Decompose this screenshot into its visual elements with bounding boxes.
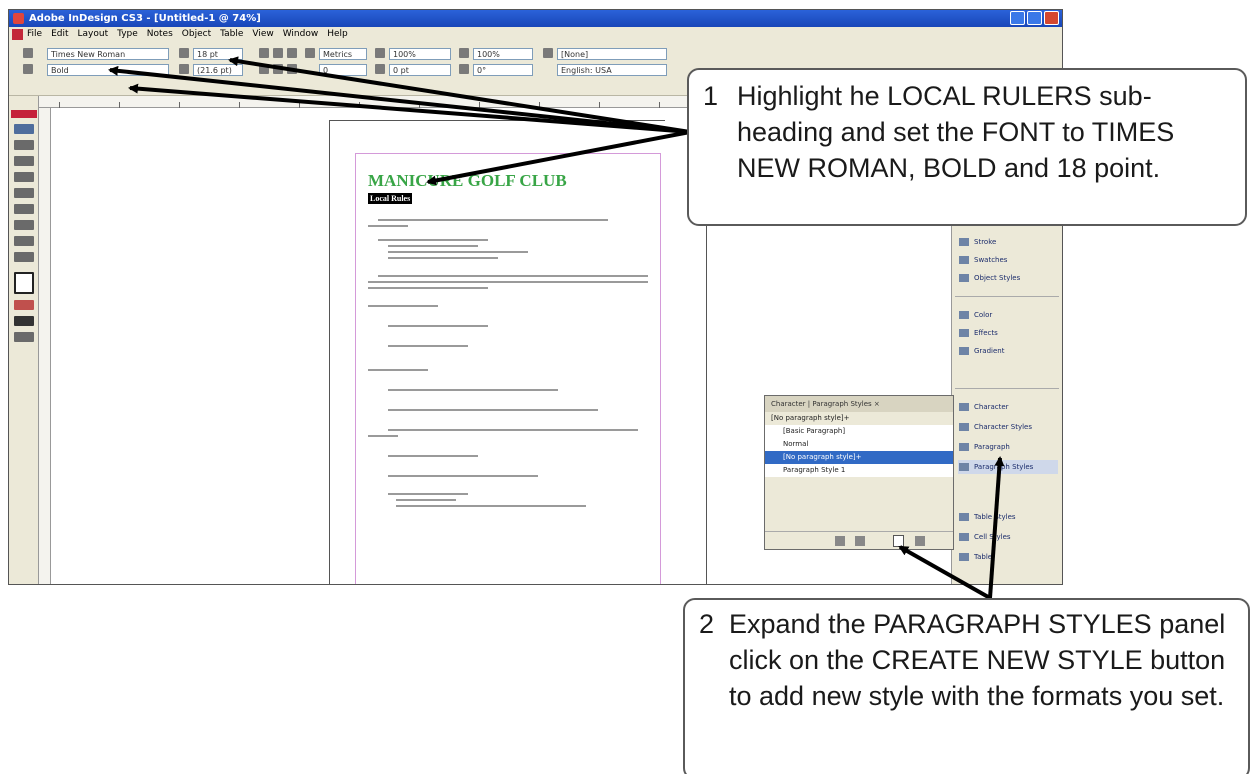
dock-character[interactable]: Character <box>958 400 1058 414</box>
dock-table[interactable]: Table <box>958 550 1058 564</box>
create-new-style-button[interactable] <box>893 535 904 547</box>
tutorial-stage: Adobe InDesign CS3 - [Untitled-1 @ 74%] … <box>0 0 1257 774</box>
horizontal-scale-field[interactable]: 100% <box>473 48 533 60</box>
dock-stroke[interactable]: Stroke <box>958 235 1058 249</box>
fill-stroke-icon[interactable] <box>14 272 34 294</box>
apply-color-icon[interactable] <box>14 316 34 326</box>
callout-1-number: 1 <box>703 81 719 111</box>
menu-window[interactable]: Window <box>283 27 319 42</box>
menu-type[interactable]: Type <box>117 27 138 42</box>
dock-character-styles[interactable]: Character Styles <box>958 420 1058 434</box>
font-family-field[interactable]: Times New Roman <box>47 48 169 60</box>
delete-style-icon[interactable] <box>915 536 925 546</box>
maximize-button[interactable] <box>1027 11 1042 25</box>
document-heading[interactable]: MANICURE GOLF CLUB <box>368 171 567 191</box>
font-style-field[interactable]: Bold <box>47 64 169 76</box>
callout-2-number: 2 <box>699 609 715 639</box>
paragraph-styles-panel: Character | Paragraph Styles × [No parag… <box>764 395 954 550</box>
dock-cell-styles[interactable]: Cell Styles <box>958 530 1058 544</box>
pasteboard[interactable]: MANICURE GOLF CLUB Local Rules <box>39 108 706 584</box>
style-item[interactable]: Normal <box>765 438 953 451</box>
selected-subheading[interactable]: Local Rules <box>368 193 413 204</box>
menu-file[interactable]: File <box>27 27 42 42</box>
character-style-icon <box>543 48 553 58</box>
menu-bar: File Edit Layout Type Notes Object Table… <box>9 27 1062 42</box>
callout-1-text: Highlight he LOCAL RULERS sub-heading an… <box>737 81 1175 183</box>
close-button[interactable] <box>1044 11 1059 25</box>
tools-panel <box>9 96 39 584</box>
dock-color[interactable]: Color <box>958 308 1058 322</box>
line-tool-icon[interactable] <box>14 156 34 166</box>
swap-colors-icon[interactable] <box>14 300 34 310</box>
baseline-shift-icon <box>375 64 385 74</box>
menu-help[interactable]: Help <box>327 27 348 42</box>
dock-paragraph-styles[interactable]: Paragraph Styles <box>958 460 1058 474</box>
leading-icon <box>179 64 189 74</box>
kerning-field[interactable]: Metrics <box>319 48 367 60</box>
menu-notes[interactable]: Notes <box>147 27 173 42</box>
callout-step-1: 1 Highlight he LOCAL RULERS sub-heading … <box>687 68 1247 226</box>
horizontal-scale-icon <box>459 48 469 58</box>
menu-edit[interactable]: Edit <box>51 27 68 42</box>
window-title: Adobe InDesign CS3 - [Untitled-1 @ 74%] <box>29 13 261 24</box>
style-item-selected[interactable]: [No paragraph style]+ <box>765 451 953 464</box>
language-field[interactable]: English: USA <box>557 64 667 76</box>
all-caps-icon[interactable] <box>259 48 269 58</box>
dock-gradient[interactable]: Gradient <box>958 344 1058 358</box>
tools-panel-header[interactable] <box>11 110 37 118</box>
clear-overrides-icon[interactable] <box>835 536 845 546</box>
new-group-icon[interactable] <box>855 536 865 546</box>
indesign-app-icon <box>13 13 24 24</box>
title-bar: Adobe InDesign CS3 - [Untitled-1 @ 74%] <box>9 10 1062 27</box>
vertical-scale-icon <box>375 48 385 58</box>
style-item[interactable]: Paragraph Style 1 <box>765 464 953 477</box>
baseline-shift-field[interactable]: 0 pt <box>389 64 451 76</box>
small-caps-icon[interactable] <box>259 64 269 74</box>
skew-icon <box>459 64 469 74</box>
character-style-field[interactable]: [None] <box>557 48 667 60</box>
vertical-ruler[interactable] <box>39 108 51 584</box>
paragraph-mode-icon[interactable] <box>23 64 33 74</box>
gradient-tool-icon[interactable] <box>14 220 34 230</box>
callout-2-text: Expand the PARAGRAPH STYLES panel click … <box>729 609 1226 711</box>
window-buttons <box>1010 11 1059 25</box>
vertical-scale-field[interactable]: 100% <box>389 48 451 60</box>
font-size-icon <box>179 48 189 58</box>
underline-icon[interactable] <box>287 48 297 58</box>
menu-table[interactable]: Table <box>220 27 243 42</box>
menu-object[interactable]: Object <box>182 27 211 42</box>
callout-step-2: 2 Expand the PARAGRAPH STYLES panel clic… <box>683 598 1250 774</box>
leading-field[interactable]: (21.6 pt) <box>193 64 243 76</box>
menu-layout[interactable]: Layout <box>78 27 109 42</box>
transform-tool-icon[interactable] <box>14 204 34 214</box>
dock-table-styles[interactable]: Table Styles <box>958 510 1058 524</box>
selection-tool-icon[interactable] <box>14 124 34 134</box>
menu-app-icon <box>12 29 23 40</box>
document-page[interactable]: MANICURE GOLF CLUB Local Rules <box>329 120 665 584</box>
paragraph-styles-tabs[interactable]: Character | Paragraph Styles × <box>765 396 953 412</box>
dock-object-styles[interactable]: Object Styles <box>958 271 1058 285</box>
menu-view[interactable]: View <box>252 27 273 42</box>
dock-effects[interactable]: Effects <box>958 326 1058 340</box>
kerning-icon <box>305 48 315 58</box>
subscript-icon[interactable] <box>273 64 283 74</box>
view-mode-icon[interactable] <box>14 332 34 342</box>
dock-paragraph[interactable]: Paragraph <box>958 440 1058 454</box>
frame-tool-icon[interactable] <box>14 172 34 182</box>
tracking-field[interactable]: 0 <box>319 64 367 76</box>
minimize-button[interactable] <box>1010 11 1025 25</box>
eyedropper-tool-icon[interactable] <box>14 236 34 246</box>
superscript-icon[interactable] <box>273 48 283 58</box>
skew-field[interactable]: 0° <box>473 64 533 76</box>
character-mode-icon[interactable] <box>23 48 33 58</box>
panel-footer <box>765 531 953 549</box>
pen-tool-icon[interactable] <box>14 140 34 150</box>
dock-swatches[interactable]: Swatches <box>958 253 1058 267</box>
font-size-field[interactable]: 18 pt <box>193 48 243 60</box>
current-style-label: [No paragraph style]+ <box>765 412 953 425</box>
zoom-tool-icon[interactable] <box>14 252 34 262</box>
strikethrough-icon[interactable] <box>287 64 297 74</box>
style-item[interactable]: [Basic Paragraph] <box>765 425 953 438</box>
scissors-tool-icon[interactable] <box>14 188 34 198</box>
